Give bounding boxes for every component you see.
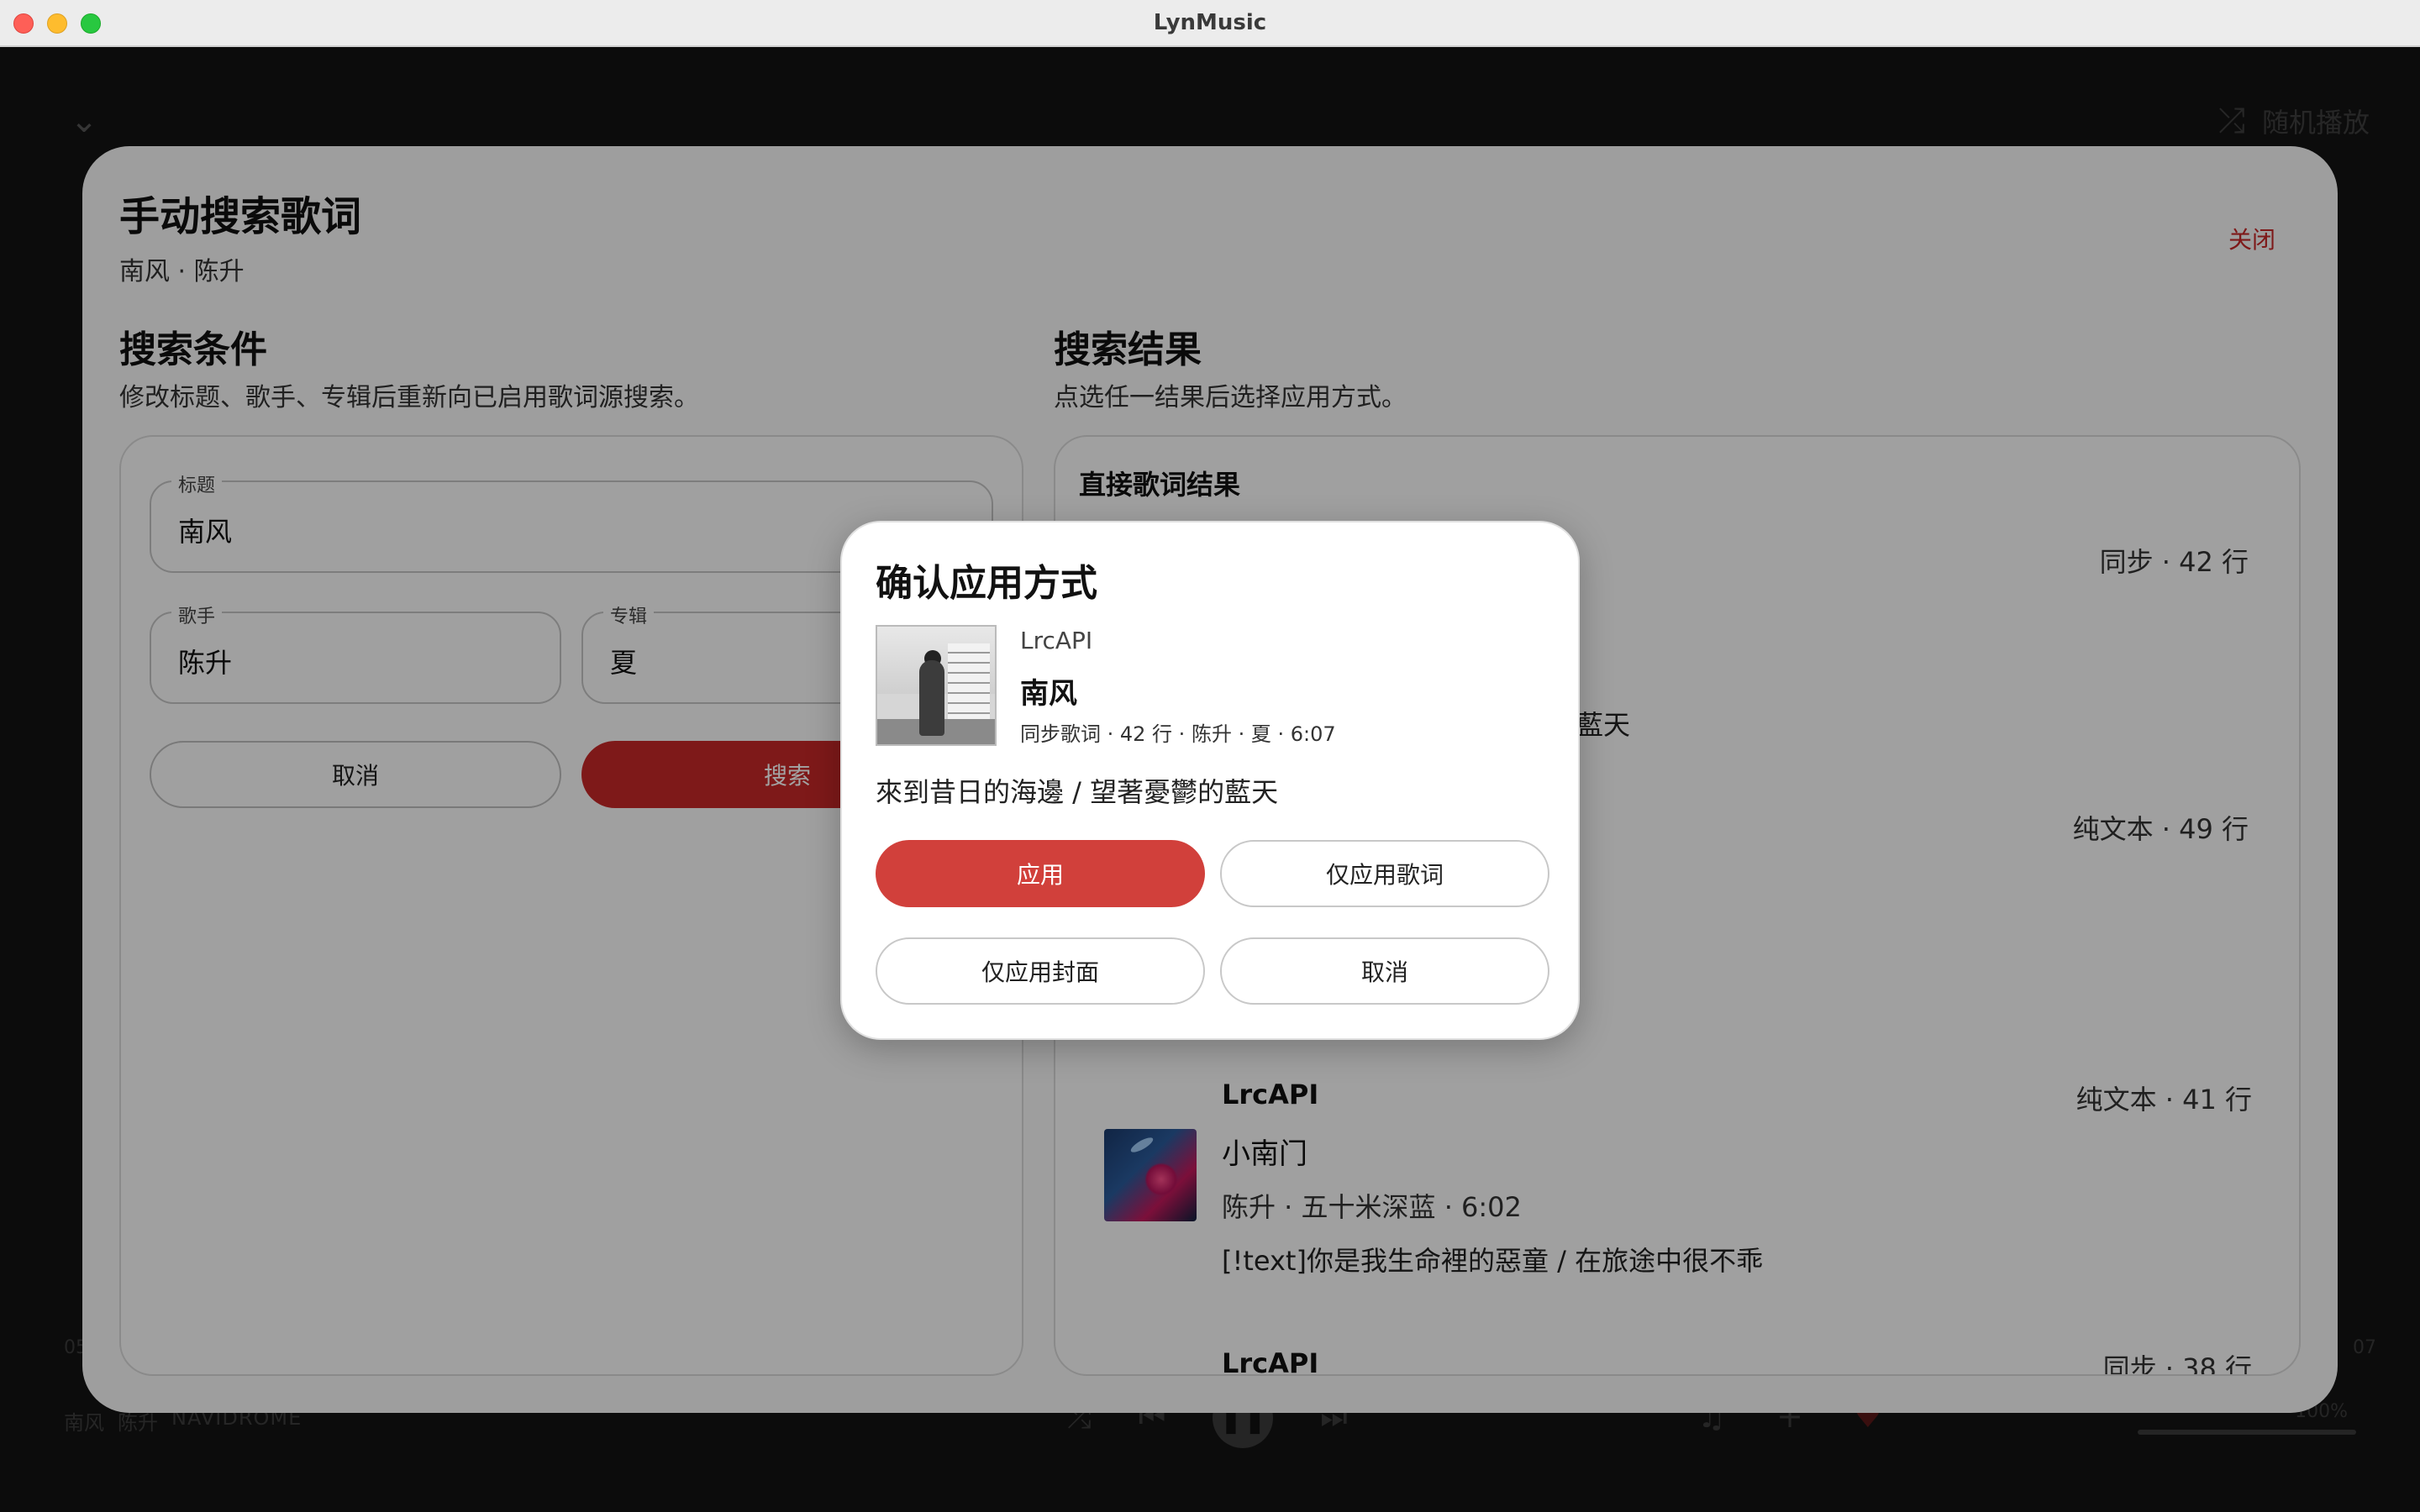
apply-button[interactable]: 应用 bbox=[876, 840, 1205, 907]
dialog-song-title: 南风 bbox=[1020, 677, 1077, 711]
dialog-song-meta: 同步歌词 · 42 行 · 陈升 · 夏 · 6:07 bbox=[1020, 722, 1336, 746]
window-title: LynMusic bbox=[1153, 10, 1267, 35]
apply-lyrics-only-button[interactable]: 仅应用歌词 bbox=[1220, 840, 1549, 907]
dialog-title: 确认应用方式 bbox=[876, 562, 1097, 605]
dialog-lyric-preview: 來到昔日的海邊 / 望著憂鬱的藍天 bbox=[876, 776, 1279, 808]
cover-art-detail bbox=[948, 643, 990, 727]
apply-cover-only-button[interactable]: 仅应用封面 bbox=[876, 937, 1205, 1005]
cover-art-detail bbox=[919, 660, 944, 736]
dialog-cancel-button[interactable]: 取消 bbox=[1220, 937, 1549, 1005]
album-cover bbox=[876, 625, 997, 746]
dialog-source: LrcAPI bbox=[1020, 627, 1093, 654]
window-titlebar: LynMusic bbox=[0, 0, 2420, 47]
confirm-apply-dialog: 确认应用方式 LrcAPI 南风 同步歌词 · 42 行 · 陈升 · 夏 · … bbox=[840, 521, 1580, 1040]
